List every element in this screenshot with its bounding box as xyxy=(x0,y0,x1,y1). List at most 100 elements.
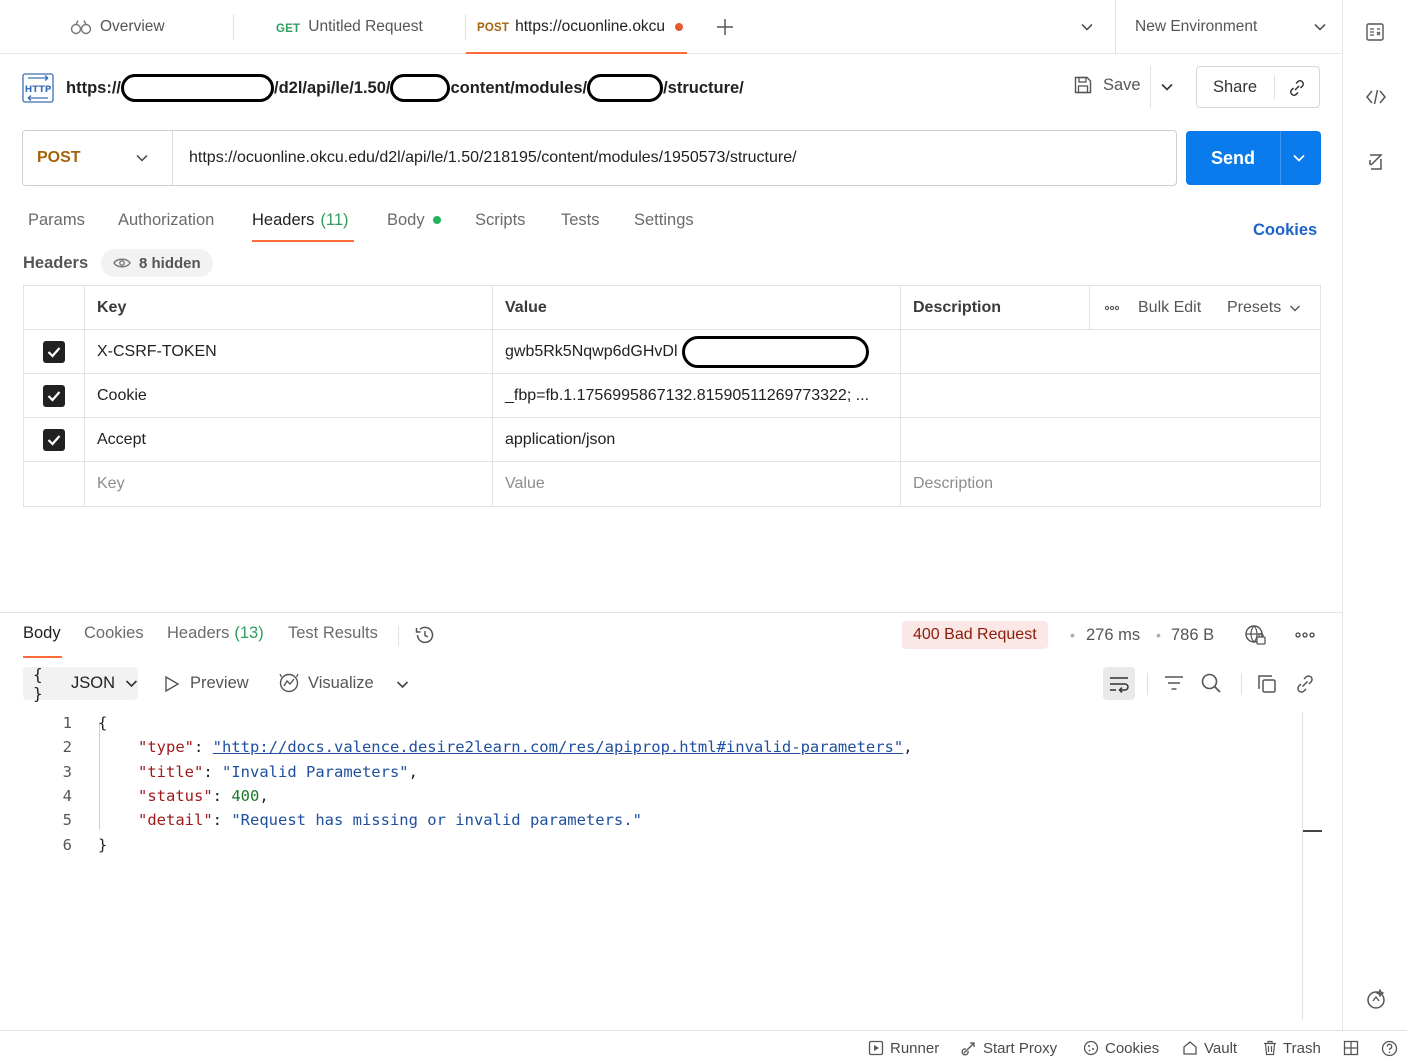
filter-icon[interactable] xyxy=(1163,674,1185,692)
response-tab-body[interactable]: Body xyxy=(23,624,61,646)
format-selector[interactable]: { } JSON xyxy=(23,665,138,703)
line-number: 3 xyxy=(62,763,72,781)
response-pane-divider[interactable] xyxy=(0,612,1342,613)
header-enabled-checkbox[interactable] xyxy=(24,330,85,373)
documentation-icon[interactable] xyxy=(1365,22,1385,42)
send-options-chevron-icon[interactable] xyxy=(1292,151,1306,165)
headers-table: Key Value Description Bulk Edit Presets … xyxy=(23,285,1321,507)
send-button[interactable]: Send xyxy=(1186,131,1280,185)
bulk-edit-button[interactable]: Bulk Edit xyxy=(1138,299,1201,317)
eye-icon xyxy=(113,257,131,269)
header-enabled-checkbox[interactable] xyxy=(24,374,85,417)
proxy-icon xyxy=(961,1040,977,1056)
json-link-value[interactable]: "http://docs.valence.desire2learn.com/re… xyxy=(213,738,904,756)
visualize-options-chevron-icon[interactable] xyxy=(396,678,409,691)
more-options-icon[interactable] xyxy=(1295,631,1315,639)
header-key-cell[interactable]: Accept xyxy=(85,418,493,461)
help-icon[interactable] xyxy=(1381,1040,1398,1057)
tab-headers-label: Headers xyxy=(252,210,315,229)
save-button[interactable]: Save xyxy=(1073,75,1141,95)
status-badge[interactable]: 400 Bad Request xyxy=(902,621,1048,649)
trash-button[interactable]: Trash xyxy=(1263,1031,1321,1064)
header-enabled-checkbox[interactable] xyxy=(24,418,85,461)
code-text: "title": "Invalid Parameters", xyxy=(138,763,418,781)
save-divider xyxy=(1150,66,1151,108)
tab-authorization[interactable]: Authorization xyxy=(118,208,214,232)
tab-overview[interactable]: Overview xyxy=(70,0,165,54)
start-proxy-button[interactable]: Start Proxy xyxy=(961,1031,1057,1064)
code-icon[interactable] xyxy=(1365,87,1387,107)
cookies-button[interactable]: Cookies xyxy=(1083,1031,1159,1064)
save-label: Save xyxy=(1103,75,1141,94)
copy-link-icon[interactable] xyxy=(1294,673,1316,695)
hidden-headers-toggle[interactable]: 8 hidden xyxy=(101,249,213,277)
header-value-cell[interactable]: application/json xyxy=(493,418,901,461)
more-options-icon[interactable] xyxy=(1104,305,1120,311)
tab-scripts[interactable]: Scripts xyxy=(475,208,525,232)
tab-settings[interactable]: Settings xyxy=(634,208,694,232)
response-tab-test-results[interactable]: Test Results xyxy=(288,624,378,646)
redaction-mark xyxy=(681,335,869,368)
tab-active-request[interactable]: POST https://ocuonline.okcu xyxy=(477,0,684,54)
tab-untitled-request[interactable]: GET Untitled Request xyxy=(276,0,423,54)
response-time[interactable]: 276 ms xyxy=(1086,626,1140,645)
share-button-group: Share xyxy=(1196,66,1320,108)
scrollbar-thumb[interactable] xyxy=(1303,830,1322,832)
share-button[interactable]: Share xyxy=(1213,78,1257,97)
url-input[interactable]: https://ocuonline.okcu.edu/d2l/api/le/1.… xyxy=(189,131,797,185)
environment-selector[interactable]: New Environment xyxy=(1135,0,1327,54)
wrap-lines-toggle[interactable] xyxy=(1103,667,1135,700)
copy-icon[interactable] xyxy=(1256,673,1278,695)
visualize-button[interactable]: Visualize xyxy=(278,672,374,694)
preview-button[interactable]: Preview xyxy=(164,674,249,693)
new-tab-plus-icon[interactable] xyxy=(716,18,734,36)
response-code-viewer[interactable]: 1 { 2 "type": "http://docs.valence.desir… xyxy=(0,710,1300,1020)
header-value-cell[interactable]: _fbp=fb.1.1756995867132.8159051126977332… xyxy=(493,374,901,417)
active-tab-indicator xyxy=(466,52,687,54)
copy-link-icon[interactable] xyxy=(1287,78,1307,98)
preview-label: Preview xyxy=(190,674,249,692)
method-selector[interactable]: POST xyxy=(23,131,173,185)
separator-dot: • xyxy=(1070,627,1075,643)
tab-params[interactable]: Params xyxy=(28,208,85,232)
header-description-cell[interactable] xyxy=(901,374,1320,417)
code-text: "status": 400, xyxy=(138,787,269,805)
vault-button[interactable]: Vault xyxy=(1182,1031,1237,1064)
tab-tests[interactable]: Tests xyxy=(561,208,600,232)
related-collections-icon[interactable] xyxy=(1367,152,1385,172)
visualize-label: Visualize xyxy=(308,673,374,692)
header-description-cell[interactable] xyxy=(901,418,1320,461)
header-key-cell[interactable]: X-CSRF-TOKEN xyxy=(85,330,493,373)
cookies-link[interactable]: Cookies xyxy=(1253,221,1317,240)
separator-dot: • xyxy=(1156,627,1161,643)
column-header-description: Description Bulk Edit Presets xyxy=(901,286,1320,329)
response-size[interactable]: 786 B xyxy=(1171,626,1214,645)
response-tab-headers[interactable]: Headers (13) xyxy=(167,624,264,646)
tabs-dropdown-chevron-icon[interactable] xyxy=(1080,20,1094,34)
table-header-row: Key Value Description Bulk Edit Presets xyxy=(24,286,1320,330)
hidden-count-label: 8 hidden xyxy=(139,254,201,272)
send-button-group: Send xyxy=(1186,131,1321,185)
new-value-input[interactable]: Value xyxy=(493,462,901,506)
presets-label: Presets xyxy=(1227,299,1282,316)
tab-headers[interactable]: Headers (11) xyxy=(252,208,349,232)
ai-assistant-icon[interactable] xyxy=(1365,988,1387,1010)
new-description-input[interactable]: Description xyxy=(901,462,1320,506)
runner-button[interactable]: Runner xyxy=(868,1031,939,1064)
layout-toggle-icon[interactable] xyxy=(1343,1040,1359,1056)
json-string-value: "Invalid Parameters" xyxy=(222,763,409,781)
tab-body[interactable]: Body xyxy=(387,208,441,232)
save-options-chevron-icon[interactable] xyxy=(1160,80,1174,94)
search-icon[interactable] xyxy=(1200,672,1222,694)
scrollbar-track[interactable] xyxy=(1302,712,1303,1020)
network-globe-icon[interactable] xyxy=(1244,624,1266,646)
header-description-cell[interactable] xyxy=(901,330,1320,373)
new-key-input[interactable]: Key xyxy=(85,462,493,506)
response-tab-cookies[interactable]: Cookies xyxy=(84,624,144,646)
presets-dropdown[interactable]: Presets xyxy=(1227,299,1301,317)
history-icon[interactable] xyxy=(414,624,436,646)
tab-post-method: POST xyxy=(477,22,510,34)
json-number-value: 400 xyxy=(231,787,260,805)
header-value-cell[interactable]: gwb5Rk5Nqwp6dGHvDl xyxy=(493,330,901,373)
header-key-cell[interactable]: Cookie xyxy=(85,374,493,417)
